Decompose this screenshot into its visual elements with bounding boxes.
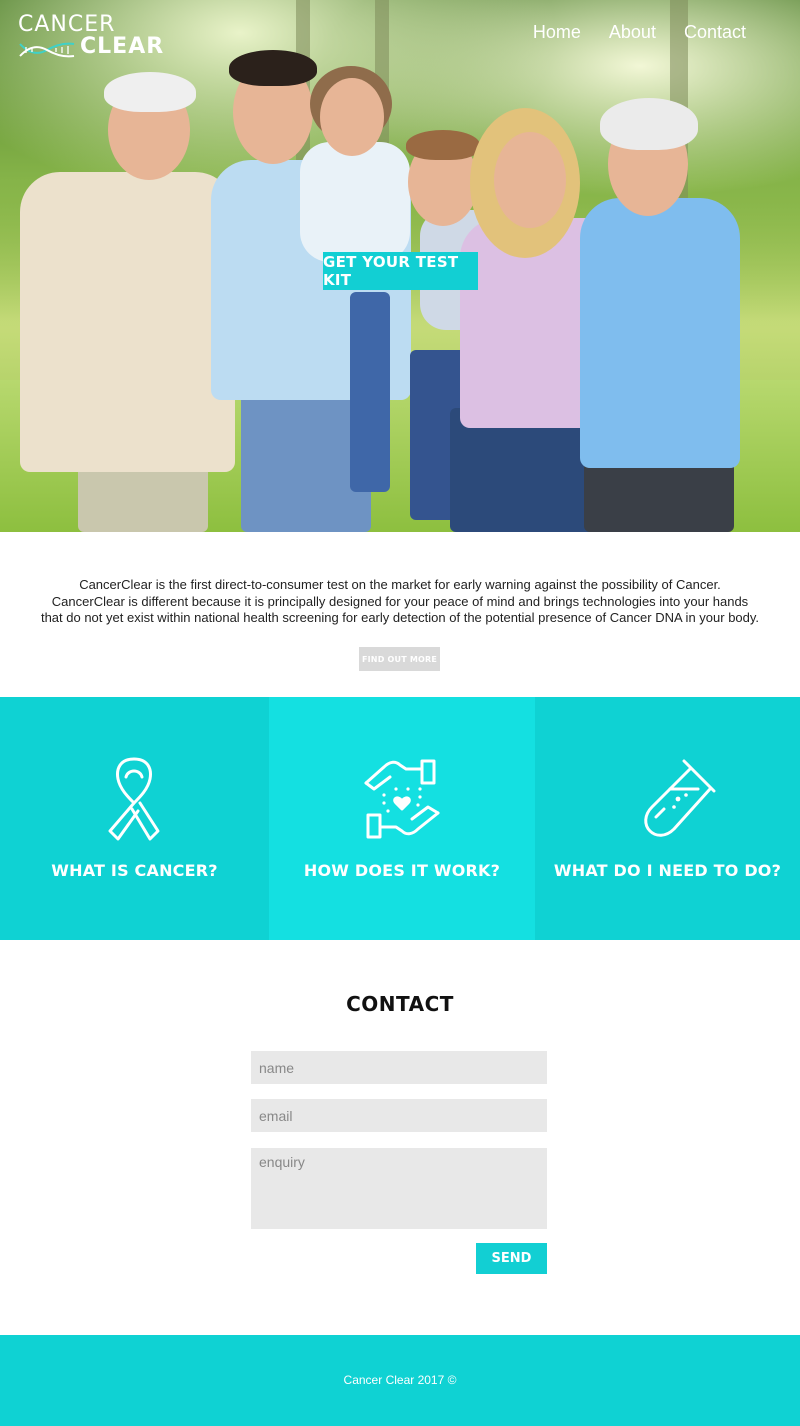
feature-title: HOW DOES IT WORK? xyxy=(303,861,501,880)
feature-title: WHAT IS CANCER? xyxy=(51,861,218,880)
brand-logo[interactable]: CANCER CLEAR xyxy=(18,12,178,62)
enquiry-field[interactable] xyxy=(251,1148,547,1229)
feature-how-does-it-work[interactable]: HOW DOES IT WORK? xyxy=(269,697,535,940)
features-section: WHAT IS CANCER? HOW DOES IT WORK? WHAT D… xyxy=(0,697,800,940)
hero-section: CANCER CLEAR Home About Contact GET YOUR… xyxy=(0,0,800,532)
ribbon-icon xyxy=(108,757,160,841)
nav-contact-link[interactable]: Contact xyxy=(684,22,746,43)
intro-line: that do not yet exist within national he… xyxy=(40,610,760,625)
footer: Cancer Clear 2017 © xyxy=(0,1335,800,1426)
brand-line2: CLEAR xyxy=(80,34,165,59)
main-nav: Home About Contact xyxy=(533,22,746,43)
feature-title: WHAT DO I NEED TO DO? xyxy=(553,861,782,880)
dna-icon xyxy=(19,42,75,58)
intro-text: CancerClear is the first direct-to-consu… xyxy=(40,577,760,627)
intro-line: CancerClear is the first direct-to-consu… xyxy=(79,577,721,592)
email-field[interactable] xyxy=(251,1099,547,1132)
person-grandmother xyxy=(580,98,750,532)
feature-what-do-i-need-to-do[interactable]: WHAT DO I NEED TO DO? xyxy=(535,697,800,940)
intro-line: CancerClear is different because it is p… xyxy=(51,593,749,609)
test-tube-icon xyxy=(644,759,716,837)
contact-title: CONTACT xyxy=(346,992,454,1016)
name-field[interactable] xyxy=(251,1051,547,1084)
nav-about-link[interactable]: About xyxy=(609,22,656,43)
nav-home-link[interactable]: Home xyxy=(533,22,581,43)
send-button[interactable]: SEND xyxy=(476,1243,547,1274)
feature-what-is-cancer[interactable]: WHAT IS CANCER? xyxy=(0,697,269,940)
find-out-more-button[interactable]: FIND OUT MORE xyxy=(359,647,440,671)
hands-heart-icon xyxy=(364,759,440,839)
get-test-kit-button[interactable]: GET YOUR TEST KIT xyxy=(323,252,478,290)
footer-copyright: Cancer Clear 2017 © xyxy=(343,1373,457,1387)
